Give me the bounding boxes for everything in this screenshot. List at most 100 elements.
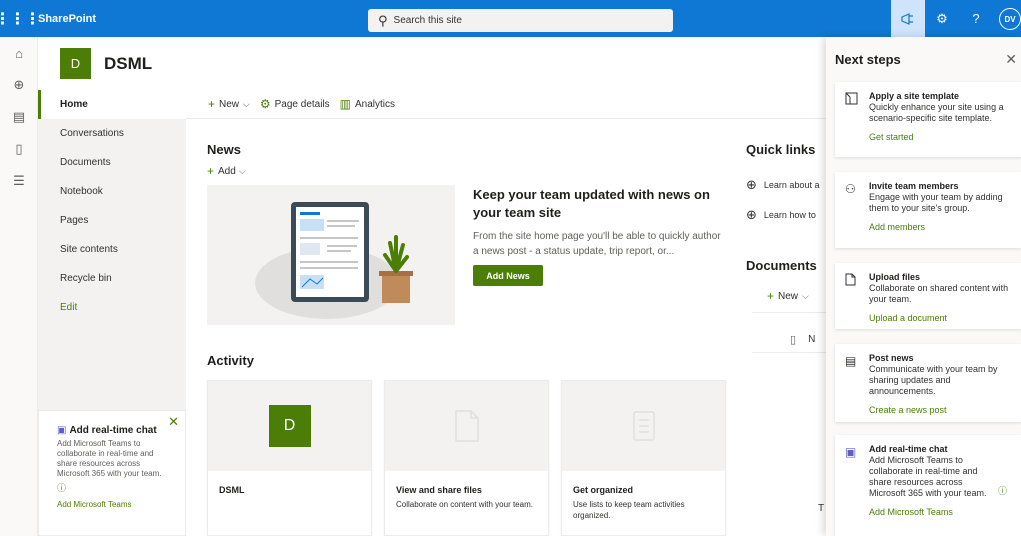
- quick-link-label: Learn about a: [763, 180, 820, 190]
- megaphone-icon[interactable]: [891, 0, 925, 37]
- close-icon[interactable]: ✕: [1005, 51, 1017, 68]
- info-icon[interactable]: ⓘ: [57, 481, 171, 494]
- search-icon: ⚲: [378, 12, 388, 28]
- news-headline: Keep your team updated with news on your…: [473, 187, 710, 220]
- next-step-card-upload-files[interactable]: Upload files Collaborate on shared conte…: [835, 263, 1021, 329]
- next-step-card-post-news[interactable]: ▤ Post news Communicate with your team b…: [835, 344, 1021, 422]
- page-details-label: Page details: [274, 98, 330, 110]
- app-launcher-waffle-icon[interactable]: ⋮⋮⋮: [0, 0, 41, 37]
- activity-card-view-share-files[interactable]: View and share files Collaborate on cont…: [384, 380, 549, 536]
- documents-heading: Documents: [746, 258, 817, 273]
- add-news-button[interactable]: Add News: [473, 265, 543, 286]
- quick-link-item[interactable]: ⊕ Learn about a: [746, 177, 826, 193]
- upload-file-icon: [845, 273, 856, 289]
- site-title[interactable]: DSML: [104, 54, 152, 74]
- list-icon[interactable]: ☰: [0, 165, 38, 197]
- add-microsoft-teams-link[interactable]: Add Microsoft Teams: [869, 507, 1011, 517]
- card-title: Invite team members: [869, 181, 959, 191]
- gear-icon[interactable]: ⚙: [925, 0, 959, 37]
- chevron-down-icon: ⌵: [243, 98, 250, 109]
- globe-icon: ⊕: [746, 207, 757, 222]
- documents-column-header[interactable]: ▯ N: [790, 333, 826, 346]
- search-box[interactable]: ⚲ Search this site: [368, 9, 673, 32]
- news-add-button[interactable]: + Add ⌵: [207, 164, 246, 178]
- add-microsoft-teams-link[interactable]: Add Microsoft Teams: [57, 500, 171, 509]
- card-title: View and share files: [396, 485, 482, 495]
- left-nav: Home Conversations Documents Notebook Pa…: [38, 90, 186, 536]
- teams-icon: ▣: [57, 425, 67, 436]
- app-bar: ⌂ ⊕ ▤ ▯ ☰: [0, 37, 38, 536]
- name-column-label: N: [808, 334, 816, 345]
- avatar[interactable]: DV: [999, 8, 1021, 30]
- nav-item-conversations[interactable]: Conversations: [38, 119, 186, 148]
- nav-item-recycle-bin[interactable]: Recycle bin: [38, 264, 186, 293]
- nav-edit-link[interactable]: Edit: [38, 293, 186, 322]
- card-description: Communicate with your team by sharing up…: [869, 364, 998, 396]
- globe-icon: ⊕: [746, 177, 757, 192]
- news-heading: News: [207, 142, 241, 157]
- teams-promo-card: ✕ ▣ Add real-time chat Add Microsoft Tea…: [38, 410, 186, 536]
- info-icon[interactable]: ⓘ: [998, 484, 1007, 497]
- truncated-text: T: [818, 503, 825, 514]
- card-title: DSML: [219, 485, 245, 495]
- divider: [752, 312, 826, 313]
- chevron-down-icon: ⌵: [802, 290, 809, 301]
- next-step-card-invite-members[interactable]: ⚇ Invite team members Engage with your t…: [835, 172, 1021, 248]
- documents-new-button[interactable]: + New ⌵: [767, 289, 809, 303]
- plus-icon: +: [767, 289, 775, 303]
- close-icon[interactable]: ✕: [168, 414, 179, 430]
- nav-item-documents[interactable]: Documents: [38, 148, 186, 177]
- page-details-button[interactable]: ⚙ Page details: [260, 97, 330, 111]
- plus-icon: +: [208, 97, 216, 111]
- file-icon[interactable]: ▯: [0, 133, 38, 165]
- create-news-post-link[interactable]: Create a news post: [869, 405, 1011, 415]
- card-title: Add real-time chat: [869, 444, 948, 454]
- nav-item-pages[interactable]: Pages: [38, 206, 186, 235]
- next-step-card-teams[interactable]: ▣ ⓘ Add real-time chat Add Microsoft Tea…: [835, 435, 1021, 536]
- news-add-label: Add: [218, 165, 236, 177]
- card-description: Collaborate on shared content with your …: [869, 283, 1009, 304]
- news-icon[interactable]: ▤: [0, 101, 38, 133]
- list-icon: [632, 411, 655, 441]
- add-people-icon: ⚇: [845, 182, 856, 196]
- analytics-icon: ▥: [339, 97, 352, 111]
- nav-item-site-contents[interactable]: Site contents: [38, 235, 186, 264]
- next-steps-panel: Next steps ✕ Apply a site template Quick…: [826, 37, 1021, 536]
- teams-promo-title-text: Add real-time chat: [69, 425, 157, 436]
- news-illustration: [207, 185, 455, 325]
- nav-item-notebook[interactable]: Notebook: [38, 177, 186, 206]
- card-description: Add Microsoft Teams to collaborate in re…: [869, 455, 987, 498]
- suite-bar: ⋮⋮⋮ SharePoint ⚲ Search this site ⚙ ? DV: [0, 0, 1021, 37]
- site-logo[interactable]: D: [60, 48, 91, 79]
- plus-icon: +: [207, 164, 215, 178]
- search-placeholder: Search this site: [393, 15, 462, 26]
- card-thumbnail: [562, 381, 725, 471]
- card-title: Post news: [869, 353, 914, 363]
- analytics-button[interactable]: ▥ Analytics: [340, 97, 395, 111]
- new-button[interactable]: + New ⌵: [208, 97, 250, 111]
- nav-item-home[interactable]: Home: [38, 90, 186, 119]
- next-step-card-site-template[interactable]: Apply a site template Quickly enhance yo…: [835, 82, 1021, 157]
- quick-link-item[interactable]: ⊕ Learn how to: [746, 207, 826, 223]
- documents-new-label: New: [778, 290, 799, 302]
- upload-document-link[interactable]: Upload a document: [869, 313, 1011, 323]
- help-icon[interactable]: ?: [959, 0, 993, 37]
- chevron-down-icon: ⌵: [238, 165, 246, 176]
- file-type-icon: ▯: [790, 334, 797, 346]
- add-members-link[interactable]: Add members: [869, 222, 1011, 232]
- activity-card-get-organized[interactable]: Get organized Use lists to keep team act…: [561, 380, 726, 536]
- globe-icon[interactable]: ⊕: [0, 69, 38, 101]
- get-started-link[interactable]: Get started: [869, 132, 1011, 142]
- gear-icon: ⚙: [259, 97, 271, 111]
- teams-icon: ▣: [845, 445, 857, 459]
- card-title: Upload files: [869, 272, 921, 282]
- card-description: Collaborate on content with your team.: [396, 500, 533, 509]
- suite-brand-link[interactable]: SharePoint: [38, 13, 96, 25]
- suite-bar-right: ⚙ ? DV: [891, 0, 1021, 37]
- tablet-illustration: [255, 202, 413, 319]
- command-bar: + New ⌵ ⚙ Page details ▥ Analytics: [186, 90, 826, 119]
- quick-links-heading: Quick links: [746, 142, 816, 157]
- activity-card-dsml[interactable]: D DSML: [207, 380, 372, 536]
- home-icon[interactable]: ⌂: [0, 37, 38, 69]
- card-description: Use lists to keep team activities organi…: [573, 500, 685, 520]
